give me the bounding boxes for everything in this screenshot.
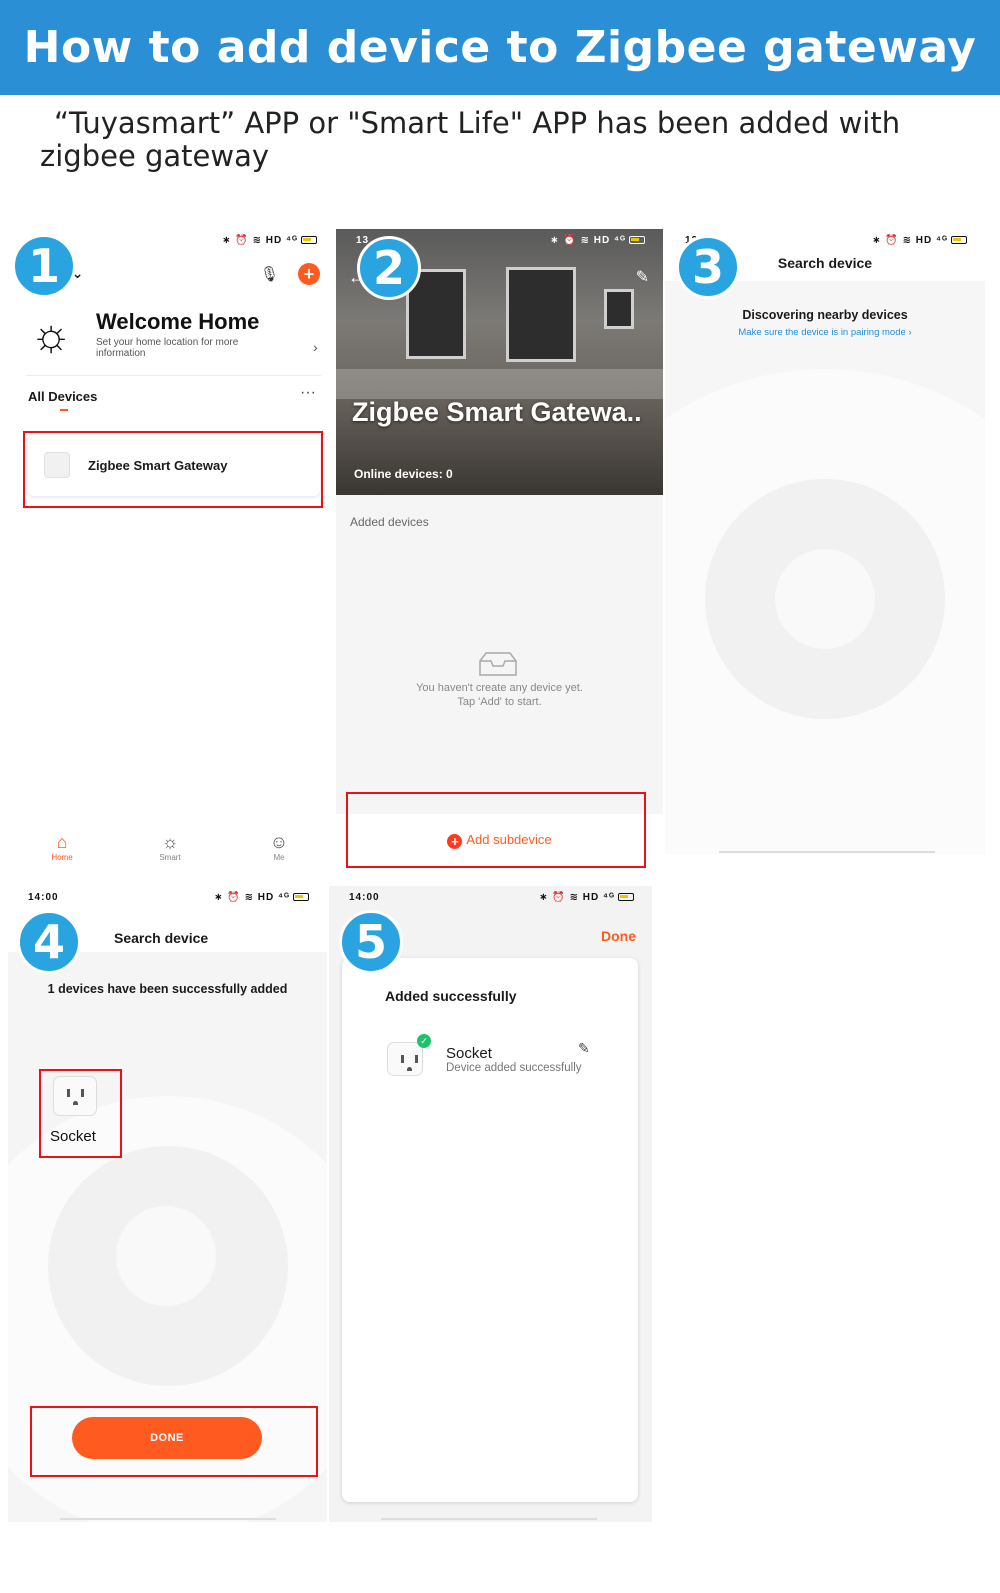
edit-icon[interactable]: ✎ — [578, 1040, 590, 1057]
window-shape — [604, 289, 634, 329]
screen-title: Search device — [114, 930, 209, 946]
highlight-add-subdevice — [346, 792, 646, 868]
bottom-tab-bar: ⌂ Home ☼ Smart ☺ Me — [8, 829, 335, 869]
status-bar: ∗ ⏰ ≋ HD ⁴ᴳ — [539, 892, 634, 903]
intro-line-2: zigbee gateway — [40, 139, 270, 173]
home-indicator — [60, 1518, 276, 1520]
status-icons: ∗ ⏰ ≋ HD ⁴ᴳ — [214, 892, 290, 903]
highlight-gateway — [23, 431, 323, 508]
highlight-done — [30, 1406, 318, 1477]
status-icons: ∗ ⏰ ≋ HD ⁴ᴳ — [539, 892, 615, 903]
status-bar: ∗ ⏰ ≋ HD ⁴ᴳ — [550, 235, 645, 246]
intro-text: “Tuyasmart” APP or "Smart Life" APP has … — [40, 107, 970, 173]
device-status: Device added successfully — [446, 1062, 582, 1074]
step-3-badge: 3 — [676, 235, 740, 299]
status-time: 14:00 — [28, 892, 59, 903]
home-indicator — [381, 1518, 597, 1520]
discovering-text: Discovering nearby devices — [742, 308, 908, 322]
gateway-title: Zigbee Smart Gatewa.. — [352, 397, 642, 427]
welcome-subtitle[interactable]: Set your home location for more informat… — [96, 337, 286, 359]
status-icons: ∗ ⏰ ≋ HD ⁴ᴳ — [222, 235, 298, 246]
step-2-badge: 2 — [357, 236, 421, 300]
tab-me[interactable]: ☺ Me — [239, 831, 319, 862]
chevron-right-icon[interactable]: › — [313, 339, 318, 355]
tab-label: Home — [51, 853, 73, 862]
pairing-mode-link[interactable]: Make sure the device is in pairing mode … — [665, 327, 985, 338]
divider — [26, 375, 321, 376]
smart-icon: ☼ — [161, 832, 179, 852]
tab-label: Me — [273, 853, 285, 862]
page-title: How to add device to Zigbee gateway — [23, 22, 977, 73]
status-bar: ∗ ⏰ ≋ HD ⁴ᴳ — [872, 235, 967, 246]
empty-line-2: Tap 'Add' to start. — [457, 696, 542, 708]
status-icons: ∗ ⏰ ≋ HD ⁴ᴳ — [550, 235, 626, 246]
sun-icon: ☼ — [30, 308, 73, 360]
empty-inbox-icon — [479, 652, 517, 676]
battery-icon — [293, 893, 309, 902]
status-bar: ∗ ⏰ ≋ HD ⁴ᴳ — [214, 892, 309, 903]
success-message: 1 devices have been successfully added — [47, 982, 288, 996]
socket-icon — [387, 1042, 423, 1076]
intro-line-1: “Tuyasmart” APP or "Smart Life" APP has … — [54, 106, 901, 140]
tab-home[interactable]: ⌂ Home — [22, 831, 102, 862]
tab-underline — [60, 409, 68, 411]
empty-line-1: You haven't create any device yet. — [416, 682, 583, 694]
plus-icon[interactable]: + — [298, 263, 320, 285]
welcome-title: Welcome Home — [96, 309, 260, 334]
mic-icon[interactable]: 🎙 — [260, 265, 279, 283]
home-icon: ⌂ — [56, 832, 68, 852]
added-successfully-heading: Added successfully — [385, 988, 517, 1004]
tab-label: Smart — [159, 853, 181, 862]
done-link[interactable]: Done — [601, 928, 636, 944]
battery-icon — [629, 236, 645, 245]
result-card: Added successfully ✓ Socket Device added… — [342, 958, 638, 1502]
radar-ring — [116, 1206, 216, 1306]
table-shape — [336, 369, 663, 399]
empty-message: You haven't create any device yet. Tap '… — [336, 681, 663, 709]
status-bar: ∗ ⏰ ≋ HD ⁴ᴳ — [222, 235, 317, 246]
online-devices: Online devices: 0 — [354, 467, 453, 481]
step-5-badge: 5 — [339, 910, 403, 974]
screen-3-search: 13:51 ∗ ⏰ ≋ HD ⁴ᴳ Search device Discover… — [665, 229, 985, 854]
step-4-badge: 4 — [17, 910, 81, 974]
header-banner: How to add device to Zigbee gateway — [0, 0, 1000, 95]
status-time: 14:00 — [349, 892, 380, 903]
window-shape — [506, 267, 576, 362]
screen-2-gateway: 13 ∗ ⏰ ≋ HD ⁴ᴳ ← ✎ Zigbee Smart Gatewa..… — [336, 229, 663, 869]
radar-ring — [775, 549, 875, 649]
battery-icon — [618, 893, 634, 902]
step-1-badge: 1 — [12, 234, 76, 298]
status-icons: ∗ ⏰ ≋ HD ⁴ᴳ — [872, 235, 948, 246]
tab-smart[interactable]: ☼ Smart — [130, 831, 210, 862]
check-icon: ✓ — [417, 1034, 431, 1048]
me-icon: ☺ — [269, 832, 289, 852]
screen-1-home: ∗ ⏰ ≋ HD ⁴ᴳ .. ⌄ 🎙 + ☼ Welcome Home Set … — [8, 229, 335, 869]
highlight-socket — [39, 1069, 122, 1158]
battery-icon — [951, 236, 967, 245]
edit-icon[interactable]: ✎ — [636, 267, 649, 287]
device-name: Socket — [446, 1045, 492, 1062]
tab-all-devices[interactable]: All Devices — [28, 389, 97, 404]
home-indicator — [719, 851, 935, 853]
added-devices-label: Added devices — [350, 515, 429, 529]
more-icon[interactable]: ··· — [300, 384, 316, 402]
battery-icon — [301, 236, 317, 245]
screen-5-success: 14:00 ∗ ⏰ ≋ HD ⁴ᴳ Done Added successfull… — [329, 886, 652, 1522]
